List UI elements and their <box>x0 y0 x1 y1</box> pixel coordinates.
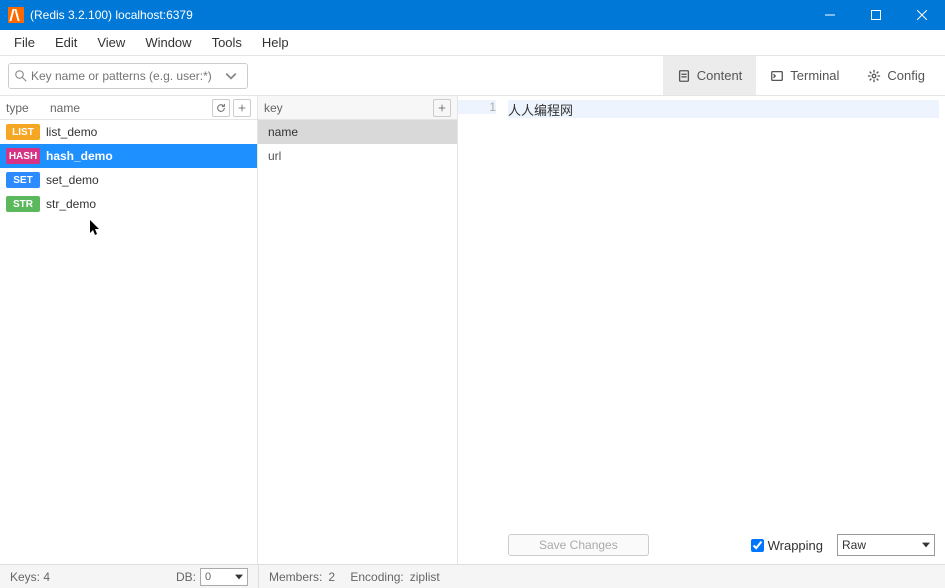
add-key-button[interactable] <box>233 99 251 117</box>
key-search[interactable] <box>8 63 248 89</box>
key-browser: type name LIST list_demo HASH hash_demo SET s… <box>0 96 258 564</box>
gear-icon <box>867 69 881 83</box>
status-encoding-label: Encoding: <box>350 570 403 584</box>
chevron-down-icon <box>235 573 243 581</box>
db-select[interactable]: 0 <box>200 568 248 586</box>
value-content: 1 人人编程网 Save Changes Wrapping Raw <box>458 96 945 564</box>
tab-content[interactable]: Content <box>663 56 757 95</box>
tab-terminal-label: Terminal <box>790 68 839 83</box>
refresh-button[interactable] <box>212 99 230 117</box>
encoding-select[interactable]: Raw <box>837 534 935 556</box>
hash-field-list: nameurl <box>258 120 457 168</box>
key-name: str_demo <box>46 197 96 211</box>
main-area: type name LIST list_demo HASH hash_demo SET s… <box>0 96 945 564</box>
type-badge: HASH <box>6 148 40 164</box>
menu-edit[interactable]: Edit <box>45 31 87 54</box>
wrapping-toggle[interactable]: Wrapping <box>751 538 823 553</box>
view-tabs: Content Terminal Config <box>663 56 945 95</box>
status-bar: Keys: 4 DB: 0 Members: 2 Encoding: zipli… <box>0 564 945 588</box>
status-db-label: DB: <box>176 570 196 584</box>
menu-help[interactable]: Help <box>252 31 299 54</box>
col-name-header[interactable]: name <box>50 101 209 115</box>
editor-line-1[interactable]: 人人编程网 <box>508 100 939 118</box>
toolbar: Content Terminal Config <box>0 56 945 96</box>
key-name: set_demo <box>46 173 99 187</box>
col-type-header[interactable]: type <box>6 101 50 115</box>
type-badge: STR <box>6 196 40 212</box>
db-value: 0 <box>205 571 211 583</box>
tab-content-label: Content <box>697 68 743 83</box>
minimize-button[interactable] <box>807 0 853 30</box>
value-editor[interactable]: 1 人人编程网 <box>458 96 945 564</box>
type-badge: LIST <box>6 124 40 140</box>
close-button[interactable] <box>899 0 945 30</box>
window-titlebar: (Redis 3.2.100) localhost:6379 <box>0 0 945 30</box>
chevron-down-icon <box>225 70 237 82</box>
menu-bar: File Edit View Window Tools Help <box>0 30 945 56</box>
key-name: hash_demo <box>46 149 113 163</box>
field-row-url[interactable]: url <box>258 144 457 168</box>
chevron-down-icon <box>922 541 930 549</box>
search-icon <box>15 70 27 82</box>
hash-field-header: key <box>258 96 457 120</box>
search-input[interactable] <box>31 69 225 83</box>
status-keys-label: Keys: <box>10 570 40 584</box>
type-badge: SET <box>6 172 40 188</box>
menu-file[interactable]: File <box>4 31 45 54</box>
add-field-button[interactable] <box>433 99 451 117</box>
field-row-name[interactable]: name <box>258 120 457 144</box>
save-changes-button[interactable]: Save Changes <box>508 534 649 556</box>
status-members-label: Members: <box>269 570 322 584</box>
key-row-list_demo[interactable]: LIST list_demo <box>0 120 257 144</box>
encoding-value: Raw <box>842 538 866 552</box>
tab-config[interactable]: Config <box>853 56 939 95</box>
key-row-str_demo[interactable]: STR str_demo <box>0 192 257 216</box>
hash-field-panel: key nameurl <box>258 96 458 564</box>
key-name: list_demo <box>46 125 97 139</box>
editor-footer: Save Changes Wrapping Raw <box>458 532 945 558</box>
menu-tools[interactable]: Tools <box>202 31 252 54</box>
document-icon <box>677 69 691 83</box>
key-list: LIST list_demo HASH hash_demo SET set_demo STR… <box>0 120 257 564</box>
maximize-button[interactable] <box>853 0 899 30</box>
editor-gutter: 1 <box>458 96 502 564</box>
window-title: (Redis 3.2.100) localhost:6379 <box>30 8 807 22</box>
key-browser-header: type name <box>0 96 257 120</box>
terminal-icon <box>770 69 784 83</box>
key-row-set_demo[interactable]: SET set_demo <box>0 168 257 192</box>
app-icon <box>8 7 24 23</box>
menu-view[interactable]: View <box>87 31 135 54</box>
line-number: 1 <box>458 100 496 114</box>
status-encoding-value: ziplist <box>410 570 440 584</box>
key-row-hash_demo[interactable]: HASH hash_demo <box>0 144 257 168</box>
hash-field-header-label[interactable]: key <box>264 101 430 115</box>
status-keys-count: 4 <box>43 570 50 584</box>
menu-window[interactable]: Window <box>135 31 201 54</box>
tab-config-label: Config <box>887 68 925 83</box>
wrapping-checkbox[interactable] <box>751 539 764 552</box>
tab-terminal[interactable]: Terminal <box>756 56 853 95</box>
wrapping-label: Wrapping <box>768 538 823 553</box>
editor-text[interactable]: 人人编程网 <box>502 96 945 564</box>
status-members-count: 2 <box>328 570 335 584</box>
